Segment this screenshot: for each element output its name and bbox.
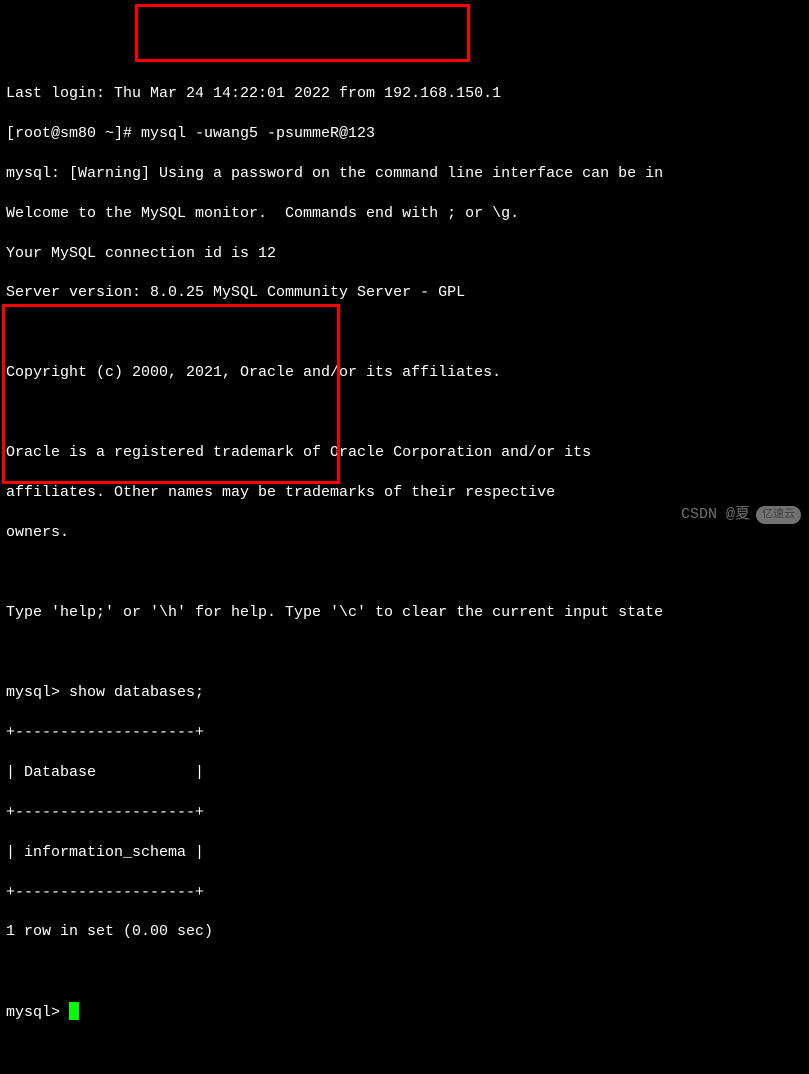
terminal-line: mysql> show databases;: [6, 683, 803, 703]
terminal-line: +--------------------+: [6, 883, 803, 903]
terminal-line: mysql: [Warning] Using a password on the…: [6, 164, 803, 184]
watermark-logo: 亿速云: [756, 506, 801, 525]
terminal-line: [6, 643, 803, 663]
terminal-line: Server version: 8.0.25 MySQL Community S…: [6, 283, 803, 303]
terminal-line: +--------------------+: [6, 723, 803, 743]
terminal-prompt-line[interactable]: mysql>: [6, 1002, 803, 1023]
terminal-cursor: [69, 1002, 79, 1020]
watermark-text: CSDN @夏: [681, 505, 750, 525]
terminal-prompt: mysql>: [6, 1004, 69, 1021]
terminal-line: Last login: Thu Mar 24 14:22:01 2022 fro…: [6, 84, 803, 104]
terminal-line: 1 row in set (0.00 sec): [6, 922, 803, 942]
terminal-line: affiliates. Other names may be trademark…: [6, 483, 803, 503]
terminal-line: [6, 403, 803, 423]
terminal-line: Welcome to the MySQL monitor. Commands e…: [6, 204, 803, 224]
terminal-line: Copyright (c) 2000, 2021, Oracle and/or …: [6, 363, 803, 383]
annotation-box-login-command: [135, 4, 470, 62]
terminal-line: +--------------------+: [6, 803, 803, 823]
terminal-line: Type 'help;' or '\h' for help. Type '\c'…: [6, 603, 803, 623]
terminal-line: owners.: [6, 523, 803, 543]
terminal-line: | Database |: [6, 763, 803, 783]
watermark: CSDN @夏 亿速云: [681, 505, 801, 525]
terminal-line: [root@sm80 ~]# mysql -uwang5 -psummeR@12…: [6, 124, 803, 144]
terminal-line: [6, 563, 803, 583]
terminal-line: [6, 323, 803, 343]
terminal-line: Your MySQL connection id is 12: [6, 244, 803, 264]
terminal-line: Oracle is a registered trademark of Orac…: [6, 443, 803, 463]
terminal-line: [6, 962, 803, 982]
terminal-line: | information_schema |: [6, 843, 803, 863]
